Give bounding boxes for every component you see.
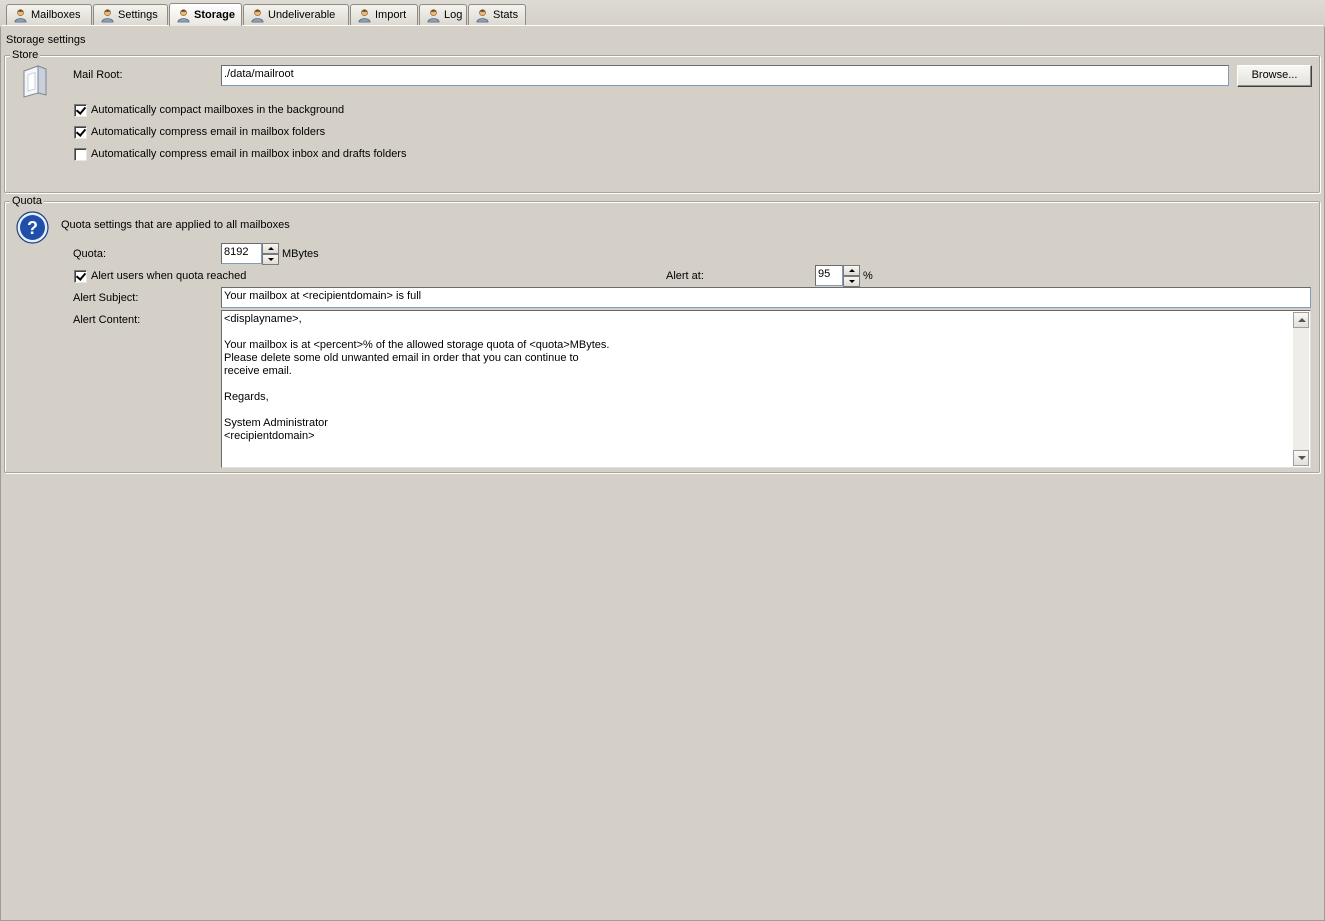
alert-subject-input[interactable]: Your mailbox at <recipientdomain> is ful… <box>221 287 1311 308</box>
tab-mailboxes[interactable]: Mailboxes <box>6 4 92 25</box>
quota-label: Quota: <box>73 248 107 260</box>
alert-at-input[interactable]: 95 <box>815 265 843 286</box>
quota-unit: MBytes <box>282 248 319 260</box>
compact-mailboxes-checkbox[interactable] <box>74 104 87 117</box>
alert-users-checkbox[interactable] <box>74 270 87 283</box>
quota-input[interactable]: 8192 <box>221 243 262 264</box>
compress-inbox-drafts-checkbox[interactable] <box>74 148 87 161</box>
tab-label: Import <box>375 9 407 21</box>
user-icon <box>177 8 190 22</box>
alert-content-text[interactable]: <displayname>, Your mailbox is at <perce… <box>224 313 1292 465</box>
alert-at-up-arrow-icon[interactable] <box>843 265 860 276</box>
tab-settings[interactable]: Settings <box>93 4 168 25</box>
tab-log[interactable]: Log <box>419 4 467 25</box>
alert-content-scrollbar[interactable] <box>1293 312 1309 466</box>
alert-subject-label: Alert Subject: <box>73 292 139 304</box>
help-icon: ? <box>16 211 49 244</box>
mail-root-input[interactable]: ./data/mailroot <box>221 65 1229 86</box>
compact-mailboxes-label: Automatically compact mailboxes in the b… <box>91 104 345 116</box>
alert-content-label: Alert Content: <box>73 314 141 326</box>
user-icon <box>251 8 264 22</box>
scroll-up-arrow-icon[interactable] <box>1293 312 1309 328</box>
mail-store-icon <box>23 65 47 98</box>
quota-stepper[interactable] <box>262 243 279 265</box>
compress-inbox-drafts-label: Automatically compress email in mailbox … <box>91 148 407 160</box>
store-legend: Store <box>10 49 41 62</box>
alert-content-textarea[interactable]: <displayname>, Your mailbox is at <perce… <box>221 310 1311 468</box>
quota-down-arrow-icon[interactable] <box>262 254 279 265</box>
alert-at-unit: % <box>863 270 873 282</box>
tab-import[interactable]: Import <box>350 4 418 25</box>
alert-at-stepper[interactable] <box>843 265 860 287</box>
compress-mailbox-folders-checkbox[interactable] <box>74 126 87 139</box>
browse-button[interactable]: Browse... <box>1237 65 1312 87</box>
mail-root-label: Mail Root: <box>73 69 123 81</box>
tab-label: Log <box>444 9 463 21</box>
tab-label: Stats <box>493 9 519 21</box>
tab-label: Settings <box>118 9 158 21</box>
user-icon <box>358 8 371 22</box>
alert-at-down-arrow-icon[interactable] <box>843 276 860 287</box>
user-icon <box>427 8 440 22</box>
tab-stats[interactable]: Stats <box>468 4 526 25</box>
tab-label: Storage <box>194 9 235 21</box>
alert-at-label: Alert at: <box>666 270 704 282</box>
alert-users-label: Alert users when quota reached <box>91 270 247 282</box>
quota-legend: Quota <box>10 195 44 208</box>
scroll-down-arrow-icon[interactable] <box>1293 450 1309 466</box>
user-icon <box>476 8 489 22</box>
page-heading: Storage settings <box>6 34 86 46</box>
tab-undeliverable[interactable]: Undeliverable <box>243 4 349 25</box>
tab-storage[interactable]: Storage <box>169 3 242 26</box>
compress-mailbox-folders-label: Automatically compress email in mailbox … <box>91 126 326 138</box>
tab-label: Undeliverable <box>268 9 336 21</box>
user-icon <box>14 8 27 22</box>
quota-up-arrow-icon[interactable] <box>262 243 279 254</box>
tab-label: Mailboxes <box>31 9 81 21</box>
quota-description: Quota settings that are applied to all m… <box>61 219 290 231</box>
svg-text:?: ? <box>27 218 38 238</box>
user-icon <box>101 8 114 22</box>
